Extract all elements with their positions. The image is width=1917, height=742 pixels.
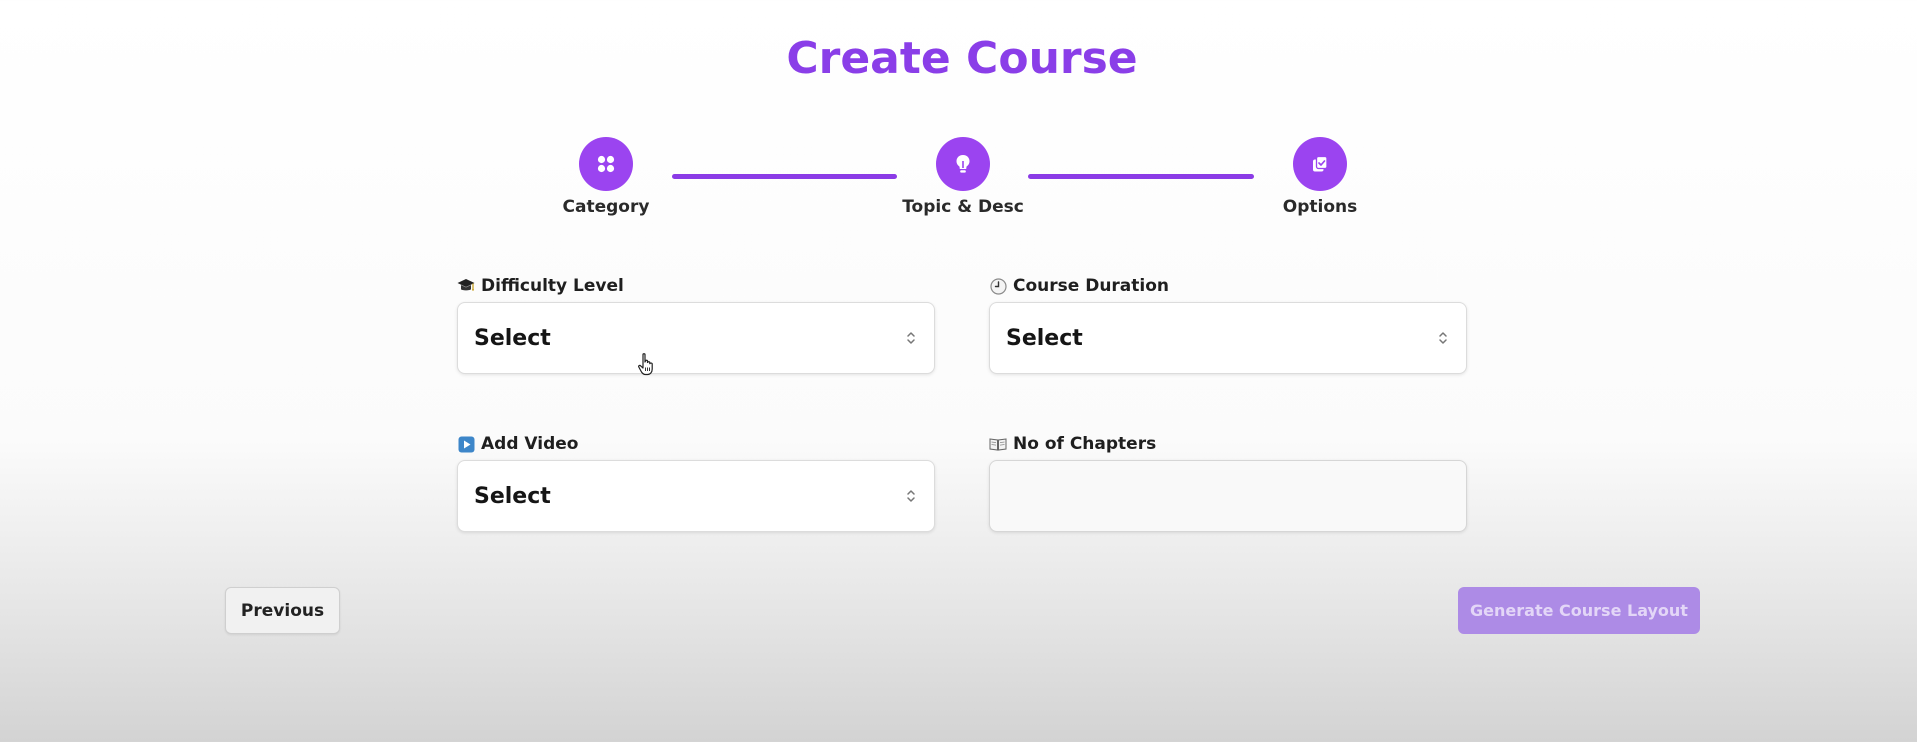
video-label-text: Add Video <box>481 434 579 454</box>
video-select[interactable]: Select <box>457 460 935 532</box>
difficulty-select[interactable]: Select <box>457 302 935 374</box>
grid-icon <box>579 137 633 191</box>
step-label-options: Options <box>1282 197 1358 217</box>
chapters-label: No of Chapters <box>989 434 1156 454</box>
generate-course-layout-button[interactable]: Generate Course Layout <box>1458 587 1700 634</box>
graduation-cap-icon <box>457 277 475 295</box>
chevron-up-down-icon <box>904 486 918 506</box>
difficulty-label-text: Difficulty Level <box>481 276 624 296</box>
page-title: Create Course <box>786 33 1138 84</box>
duration-select-value: Select <box>1006 325 1083 351</box>
clipboard-check-icon <box>1293 137 1347 191</box>
duration-select[interactable]: Select <box>989 302 1467 374</box>
step-label-category: Category <box>562 197 650 217</box>
chapters-label-text: No of Chapters <box>1013 434 1157 454</box>
step-label-topic: Topic & Desc <box>902 197 1024 217</box>
duration-label-text: Course Duration <box>1013 276 1170 296</box>
step-options[interactable]: Options <box>1240 137 1400 217</box>
lightbulb-icon <box>936 137 990 191</box>
step-category[interactable]: Category <box>526 137 686 217</box>
clock-icon <box>989 277 1007 295</box>
chapters-input[interactable] <box>989 460 1467 532</box>
video-select-value: Select <box>474 483 551 509</box>
hand-pointer-cursor-icon <box>638 353 653 376</box>
difficulty-label: Difficulty Level <box>457 276 624 296</box>
chevron-up-down-icon <box>904 328 918 348</box>
difficulty-select-value: Select <box>474 325 551 351</box>
previous-button[interactable]: Previous <box>225 587 340 634</box>
step-connector-2 <box>1028 174 1254 179</box>
duration-label: Course Duration <box>989 276 1169 296</box>
step-topic[interactable]: Topic & Desc <box>883 137 1043 217</box>
video-label: Add Video <box>457 434 578 454</box>
play-button-icon <box>457 435 475 453</box>
chevron-up-down-icon <box>1436 328 1450 348</box>
open-book-icon <box>989 435 1007 453</box>
step-connector-1 <box>672 174 897 179</box>
